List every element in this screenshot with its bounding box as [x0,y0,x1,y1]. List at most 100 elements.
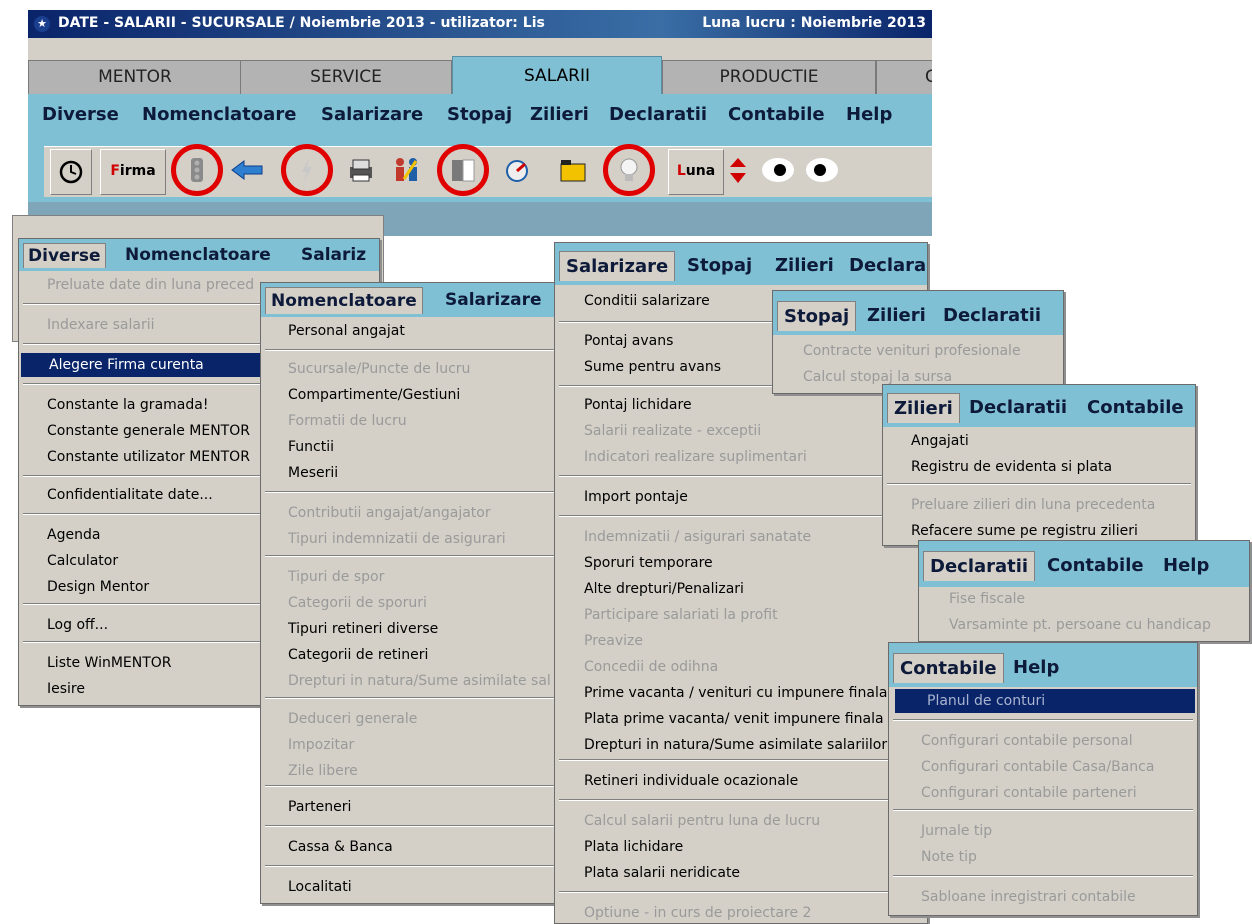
menu-salarizare[interactable]: Salarizare [559,251,676,281]
menu-item-plata-prime-vacanta-venit-impunere-finala[interactable]: Plata prime vacanta/ venit impunere fina… [555,707,927,731]
menu-item-zile-libere[interactable]: Zile libere [261,759,571,783]
up-down-icon[interactable] [726,155,750,185]
menu-help[interactable]: Help [846,104,892,125]
menu-nomenclatoare[interactable]: Nomenclatoare [125,245,271,265]
menu-item-drepturi-in-natura-sume-asimilate-sal[interactable]: Drepturi in natura/Sume asimilate sal [261,669,571,693]
menu-item-pontaj-lichidare[interactable]: Pontaj lichidare [555,393,927,417]
menu-item-fise-fiscale[interactable]: Fise fiscale [919,587,1249,611]
menu-item-import-pontaje[interactable]: Import pontaje [555,485,927,509]
menu-item-configurari-contabile-casa-banca[interactable]: Configurari contabile Casa/Banca [889,755,1197,779]
menu-item-contracte-venituri-profesionale[interactable]: Contracte venituri profesionale [773,339,1063,363]
module-tabs: MENTOR SERVICE SALARII PRODUCTIE C [28,56,932,97]
eye-icon[interactable] [802,155,842,185]
menu-item-indicatori-realizare-suplimentari[interactable]: Indicatori realizare suplimentari [555,445,927,469]
menu-salarizare[interactable]: Salarizare [321,104,423,125]
menu-zilieri[interactable]: Zilieri [775,255,834,276]
menu-item-personal-angajat[interactable]: Personal angajat [261,319,571,343]
menu-zilieri[interactable]: Zilieri [867,305,926,326]
menu-item-categorii-de-retineri[interactable]: Categorii de retineri [261,643,571,667]
menu-help[interactable]: Help [1013,657,1059,678]
menu-nomenclatoare[interactable]: Nomenclatoare [265,287,423,314]
firma-button[interactable]: Firma [100,149,166,195]
tab-salarii[interactable]: SALARII [452,56,662,97]
people-icon[interactable] [390,155,424,185]
menu-item-prime-vacanta-venituri-cu-impunere-finala[interactable]: Prime vacanta / venituri cu impunere fin… [555,681,927,705]
menu-contabile[interactable]: Contabile [1047,555,1144,576]
printer-icon[interactable] [344,155,378,185]
menu-item-impozitar[interactable]: Impozitar [261,733,571,757]
menu-diverse[interactable]: Diverse [42,104,119,125]
gauge-icon[interactable] [500,155,534,185]
menu-item-registru-de-evidenta-si-plata[interactable]: Registru de evidenta si plata [883,455,1195,479]
menu-item-drepturi-in-natura-sume-asimilate-salariilor[interactable]: Drepturi in natura/Sume asimilate salari… [555,733,927,757]
menu-item-calcul-salarii-pentru-luna-de-lucru[interactable]: Calcul salarii pentru luna de lucru [555,809,927,833]
menu-item-note-tip[interactable]: Note tip [889,845,1197,869]
menu-zilieri[interactable]: Zilieri [887,393,960,423]
menu-item-compartimente-gestiuni[interactable]: Compartimente/Gestiuni [261,383,571,407]
menu-item-concedii-de-odihna[interactable]: Concedii de odihna [555,655,927,679]
luna-button[interactable]: Luna [668,149,724,195]
menu-item-categorii-de-sporuri[interactable]: Categorii de sporuri [261,591,571,615]
menu-declaratii[interactable]: Declara [849,255,926,276]
menu-item-alte-drepturi-penalizari[interactable]: Alte drepturi/Penalizari [555,577,927,601]
menu-item-jurnale-tip[interactable]: Jurnale tip [889,819,1197,843]
arrow-back-icon[interactable] [230,155,264,185]
menu-item-sporuri-temporare[interactable]: Sporuri temporare [555,551,927,575]
menu-item-plata-lichidare[interactable]: Plata lichidare [555,835,927,859]
menu-diverse[interactable]: Diverse [23,243,106,268]
menu-stopaj[interactable]: Stopaj [687,255,752,276]
menu-item-contributii-angajat-angajator[interactable]: Contributii angajat/angajator [261,501,571,525]
menu-item-retineri-individuale-ocazionale[interactable]: Retineri individuale ocazionale [555,769,927,793]
menu-stopaj[interactable]: Stopaj [777,301,857,331]
menu-zilieri[interactable]: Zilieri [530,104,589,125]
menu-salarizare[interactable]: Salarizare [445,290,542,310]
menu-item-optiune-in-curs-de-proiectare-2[interactable]: Optiune - in curs de proiectare 2 [555,901,927,923]
menu-item-participare-salariati-la-profit[interactable]: Participare salariati la profit [555,603,927,627]
menu-item-localitati[interactable]: Localitati [261,875,571,899]
menu-item-deduceri-generale[interactable]: Deduceri generale [261,707,571,731]
menu-separator [265,491,567,493]
menu-item-cassa-banca[interactable]: Cassa & Banca [261,835,571,859]
luna-lucru: Luna lucru : Noiembrie 2013 [702,15,926,31]
menu-item-preluare-zilieri-din-luna-precedenta[interactable]: Preluare zilieri din luna precedenta [883,493,1195,517]
menu-declaratii[interactable]: Declaratii [609,104,707,125]
menu-contabile[interactable]: Contabile [893,653,1004,683]
eye-icon[interactable] [758,155,798,185]
menu-item-sabloane-inregistrari-contabile[interactable]: Sabloane inregistrari contabile [889,885,1197,909]
folder-icon[interactable] [556,155,590,185]
menu-contabile[interactable]: Contabile [1087,397,1184,418]
tab-productie[interactable]: PRODUCTIE [662,60,876,95]
menu-item-planul-de-conturi[interactable]: Planul de conturi [895,689,1195,713]
menu-item-varsaminte-pt-persoane-cu-handicap[interactable]: Varsaminte pt. persoane cu handicap [919,613,1249,637]
menu-item-tipuri-indemnizatii-de-asigurari[interactable]: Tipuri indemnizatii de asigurari [261,527,571,551]
menu-item-configurari-contabile-parteneri[interactable]: Configurari contabile parteneri [889,781,1197,805]
menu-item-sucursale-puncte-de-lucru[interactable]: Sucursale/Puncte de lucru [261,357,571,381]
menu-item-functii[interactable]: Functii [261,435,571,459]
menu-item-tipuri-retineri-diverse[interactable]: Tipuri retineri diverse [261,617,571,641]
menu-declaratii[interactable]: Declaratii [969,397,1067,418]
menu-nomenclatoare[interactable]: Nomenclatoare [142,104,296,125]
menu-item-formatii-de-lucru[interactable]: Formatii de lucru [261,409,571,433]
title-bar[interactable]: ★ DATE - SALARII - SUCURSALE / Noiembrie… [28,10,932,38]
menu-item-salarii-realizate-exceptii[interactable]: Salarii realizate - exceptii [555,419,927,443]
tab-service[interactable]: SERVICE [240,60,452,95]
menu-item-plata-salarii-neridicate[interactable]: Plata salarii neridicate [555,861,927,885]
menu-salarizare[interactable]: Salariz [301,245,366,265]
menu-item-preavize[interactable]: Preavize [555,629,927,653]
menu-help[interactable]: Help [1163,555,1209,576]
menu-item-parteneri[interactable]: Parteneri [261,795,571,819]
menu-item-angajati[interactable]: Angajati [883,429,1195,453]
tab-mentor[interactable]: MENTOR [28,60,242,95]
menu-separator [893,809,1193,811]
tab-c[interactable]: C [876,60,932,95]
menu-contabile[interactable]: Contabile [728,104,825,125]
menu-item-meserii[interactable]: Meserii [261,461,571,485]
menu-item-configurari-contabile-personal[interactable]: Configurari contabile personal [889,729,1197,753]
menu-declaratii[interactable]: Declaratii [943,305,1041,326]
menu-item-indemnizatii-asigurari-sanatate[interactable]: Indemnizatii / asigurari sanatate [555,525,927,549]
menu-stopaj[interactable]: Stopaj [447,104,512,125]
clock-button[interactable] [50,149,92,195]
main-menubar: Diverse Nomenclatoare Salarizare Stopaj … [28,94,932,138]
menu-declaratii[interactable]: Declaratii [923,551,1036,581]
menu-item-tipuri-de-spor[interactable]: Tipuri de spor [261,565,571,589]
